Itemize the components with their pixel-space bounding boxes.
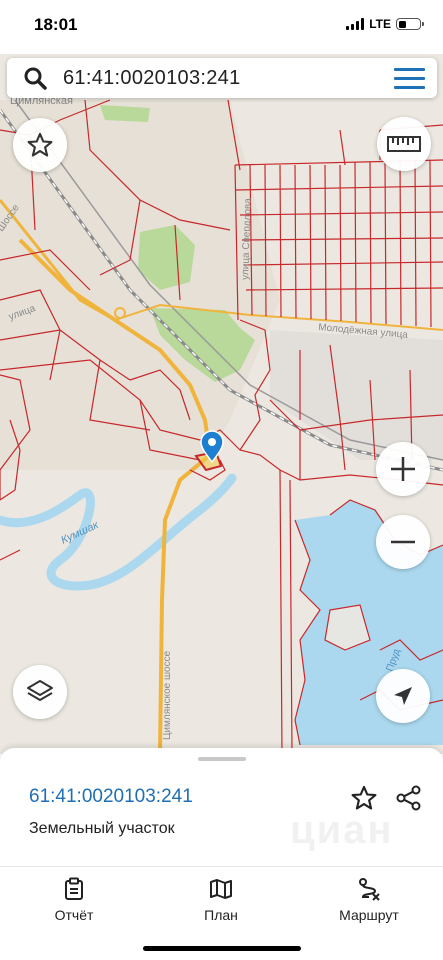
tab-route-label: Маршрут xyxy=(339,907,399,923)
park-area xyxy=(100,105,150,122)
home-indicator xyxy=(143,946,301,951)
share-icon xyxy=(396,785,421,811)
locate-me-button[interactable] xyxy=(376,669,430,723)
map-canvas: Цимлянская улица Свердлова Молодёжная ул… xyxy=(0,54,443,754)
network-type: LTE xyxy=(369,17,391,31)
report-icon xyxy=(65,877,83,900)
layers-icon xyxy=(27,680,53,701)
navigation-arrow-icon xyxy=(394,687,412,705)
map-plan-icon xyxy=(210,879,232,899)
share-button[interactable] xyxy=(393,782,425,814)
battery-icon xyxy=(396,18,424,30)
plus-icon xyxy=(391,457,415,481)
favorite-map-button[interactable] xyxy=(13,118,67,172)
status-time: 18:01 xyxy=(34,15,78,34)
zoom-in-button[interactable] xyxy=(376,442,430,496)
status-indicators: LTE xyxy=(346,17,424,31)
tab-plan-label: План xyxy=(204,907,238,923)
status-bar: 18:01 LTE xyxy=(0,0,443,54)
star-icon xyxy=(351,785,377,810)
bottom-tab-bar: Отчёт План Маршрут xyxy=(0,866,443,960)
parcel-info-sheet[interactable]: циан 61:41:0020103:241 Земельный участок xyxy=(0,748,443,866)
map-view[interactable]: Цимлянская улица Свердлова Молодёжная ул… xyxy=(0,54,443,754)
parcel-id[interactable]: 61:41:0020103:241 xyxy=(29,786,193,808)
favorite-button[interactable] xyxy=(348,782,380,814)
tab-route[interactable]: Маршрут xyxy=(314,877,424,923)
parcel-type: Земельный участок xyxy=(29,820,175,837)
ruler-icon xyxy=(387,136,421,152)
tab-report-label: Отчёт xyxy=(54,907,94,923)
layers-button[interactable] xyxy=(13,665,67,719)
hamburger-menu-icon[interactable] xyxy=(381,58,437,98)
watermark: циан xyxy=(290,808,394,852)
zoom-out-button[interactable] xyxy=(376,515,430,569)
search-icon[interactable] xyxy=(7,58,63,98)
search-bar[interactable]: 61:41:0020103:241 xyxy=(7,58,437,98)
sheet-drag-handle[interactable] xyxy=(198,757,246,761)
cellular-signal-icon xyxy=(346,18,365,30)
star-icon xyxy=(27,132,53,157)
route-icon xyxy=(359,878,380,901)
tab-plan[interactable]: План xyxy=(166,877,276,923)
map-label-highway: Цимлянское шоссе xyxy=(162,650,173,740)
search-input[interactable]: 61:41:0020103:241 xyxy=(63,67,381,90)
tab-report[interactable]: Отчёт xyxy=(19,877,129,923)
minus-icon xyxy=(391,540,415,544)
ruler-button[interactable] xyxy=(377,117,431,171)
